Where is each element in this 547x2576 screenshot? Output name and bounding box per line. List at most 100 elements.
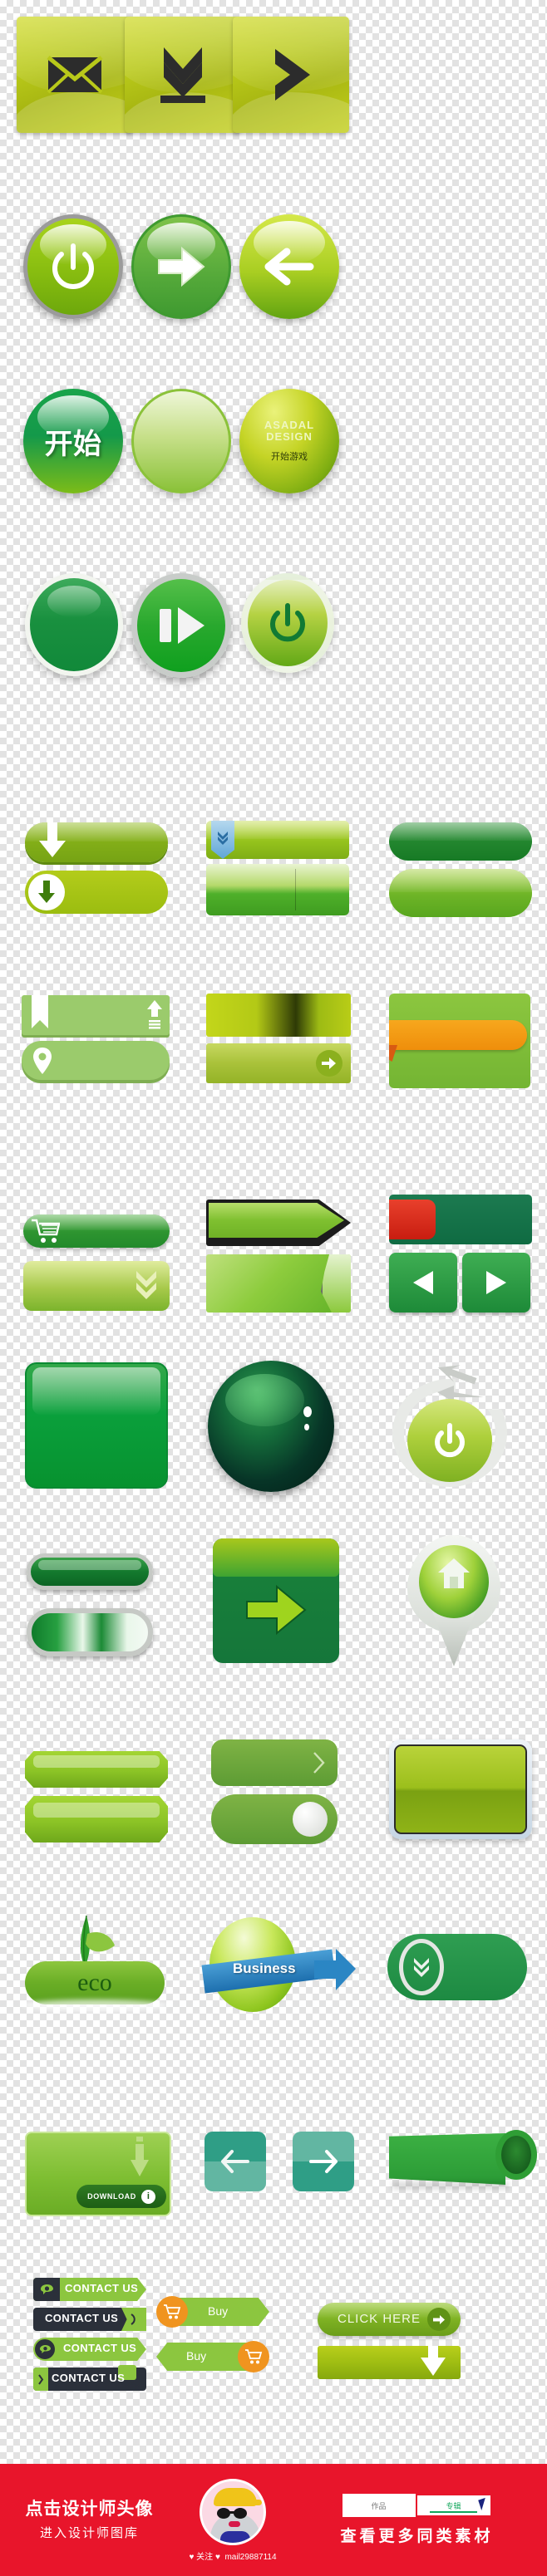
home-map-pin[interactable] xyxy=(389,1535,519,1668)
arrow-right-icon xyxy=(134,217,229,316)
mail-button[interactable] xyxy=(17,17,133,133)
refresh-power-button[interactable] xyxy=(387,1361,512,1490)
next-button[interactable] xyxy=(233,17,349,133)
red-tab-card[interactable] xyxy=(389,1195,532,1244)
ribbon-icon xyxy=(389,1020,527,1050)
triangle-left-icon xyxy=(389,1253,457,1313)
folded-card[interactable] xyxy=(206,1254,351,1313)
phone-icon xyxy=(35,2339,55,2359)
asadal-start-button[interactable]: ASADAL DESIGN 开始游戏 xyxy=(239,389,339,493)
ribbon-chevron-bar[interactable] xyxy=(206,821,349,859)
double-chevron-bar[interactable] xyxy=(23,1261,170,1311)
click-here-button[interactable]: CLICK HERE xyxy=(318,2303,461,2336)
home-icon xyxy=(389,1535,519,1668)
arrow-left-icon xyxy=(239,214,339,319)
promo-headline: 点击设计师头像 xyxy=(25,2499,154,2519)
follow-prefix: ♥ 关注 ♥ xyxy=(189,2552,220,2562)
click-here-label: CLICK HERE xyxy=(338,2312,421,2326)
promo-text-block: 点击设计师头像 进入设计师图库 xyxy=(0,2499,179,2541)
contact-label-3: CONTACT US xyxy=(63,2342,137,2354)
download-bar-button[interactable] xyxy=(318,2346,461,2379)
arrow-right-icon xyxy=(213,1557,339,1663)
rounded-square-button[interactable] xyxy=(25,1362,168,1489)
prev-teal-button[interactable] xyxy=(205,2132,266,2191)
shopping-cart-icon xyxy=(32,1219,60,1243)
divider xyxy=(294,869,296,910)
arrow-square-button[interactable] xyxy=(213,1538,339,1663)
buy-label-1: Buy xyxy=(208,2304,229,2318)
chevron-toggle-pill[interactable] xyxy=(387,1934,527,2000)
button-asset-sheet: 开始 ASADAL DESIGN 开始游戏 eco Business DOWNL… xyxy=(0,0,547,2576)
double-chevron-down-ribbon-icon xyxy=(211,821,234,859)
next-teal-button[interactable] xyxy=(293,2132,354,2191)
dark-green-pill[interactable] xyxy=(389,822,532,861)
download-circle-bar[interactable] xyxy=(25,871,168,914)
fold-corner xyxy=(321,1254,351,1313)
download-button[interactable] xyxy=(125,17,241,133)
download-label: DOWNLOAD xyxy=(87,2192,136,2201)
arrow-point-bar[interactable] xyxy=(206,1200,351,1246)
metal-pill-dark[interactable] xyxy=(27,1553,153,1590)
contact-us-button-4[interactable]: CONTACT US xyxy=(33,2365,146,2391)
orange-ribbon-card[interactable] xyxy=(389,994,530,1088)
blank-glossy-button[interactable] xyxy=(131,389,231,493)
envelope-icon xyxy=(17,17,133,133)
shopping-cart-icon xyxy=(156,2296,188,2328)
bevel-bar-top[interactable] xyxy=(25,1751,168,1788)
play-pause-button[interactable] xyxy=(131,573,231,678)
chevron-right-icon xyxy=(313,1751,326,1779)
buy-button-2[interactable]: Buy xyxy=(156,2341,269,2372)
forward-button[interactable] xyxy=(131,214,231,319)
framed-rect-button[interactable] xyxy=(389,1739,532,1839)
bookmark-upload-bar[interactable] xyxy=(22,995,170,1035)
power-icon xyxy=(27,218,119,315)
bevel-bar-bottom[interactable] xyxy=(25,1796,168,1842)
buy-button-1[interactable]: Buy xyxy=(156,2296,269,2328)
shopping-cart-icon xyxy=(238,2341,269,2372)
toggle-knob-icon xyxy=(293,1802,328,1837)
contact-us-button-3[interactable]: CONTACT US xyxy=(33,2338,146,2361)
promo-subline: 进入设计师图库 xyxy=(39,2526,139,2541)
download-arrow-bar[interactable] xyxy=(25,822,168,862)
arrow-right-circle-bar[interactable] xyxy=(206,1043,351,1083)
handle-text: mail29887114 xyxy=(224,2552,277,2562)
designer-profile[interactable]: ♥ 关注 ♥ mail29887114 xyxy=(179,2478,287,2562)
double-chevron-down-icon xyxy=(136,1271,156,1299)
next-square-button[interactable] xyxy=(462,1253,530,1313)
business-globe-button[interactable]: Business xyxy=(201,1917,357,2015)
prev-square-button[interactable] xyxy=(389,1253,457,1313)
cart-bar[interactable] xyxy=(23,1214,170,1248)
light-green-pill[interactable] xyxy=(389,869,532,917)
back-button[interactable] xyxy=(239,214,339,319)
avatar[interactable] xyxy=(200,2478,266,2545)
contact-label-1: CONTACT US xyxy=(65,2282,139,2294)
split-bar[interactable] xyxy=(206,864,349,915)
power-orb-button[interactable] xyxy=(241,573,334,673)
dark-orb-button[interactable] xyxy=(208,1361,334,1492)
gallery-tabs[interactable]: 作品 专辑 xyxy=(342,2494,492,2517)
power-button[interactable] xyxy=(23,214,123,319)
location-pin-bar[interactable] xyxy=(22,1041,170,1080)
arrow-left-icon xyxy=(205,2132,266,2191)
more-assets-block[interactable]: 作品 专辑 查看更多同类素材 xyxy=(287,2494,547,2546)
download-card[interactable]: DOWNLOAD i xyxy=(25,2132,171,2216)
eco-button[interactable]: eco xyxy=(22,1915,168,2013)
metal-pill-striped[interactable] xyxy=(27,1608,153,1656)
ribbon-fold xyxy=(389,1045,397,1062)
toggle-switch[interactable] xyxy=(211,1794,338,1844)
tab-works[interactable]: 作品 xyxy=(342,2494,416,2517)
left-chevron-bar[interactable] xyxy=(206,994,351,1037)
designer-handle: ♥ 关注 ♥ mail29887114 xyxy=(189,2549,276,2562)
contact-us-button-1[interactable]: CONTACT US xyxy=(33,2278,146,2301)
arrow-down-circle-icon xyxy=(28,874,65,910)
play-pause-icon xyxy=(137,579,225,672)
more-assets-cta[interactable]: 查看更多同类素材 xyxy=(340,2524,493,2546)
start-button-label: 开始 xyxy=(44,428,102,460)
ribbon-3d-banner[interactable] xyxy=(389,2130,537,2190)
chevron-bar[interactable] xyxy=(211,1739,338,1786)
orb-highlight xyxy=(47,585,101,618)
plain-orb-button[interactable] xyxy=(25,573,123,676)
start-button[interactable]: 开始 xyxy=(23,389,123,493)
map-pin-icon xyxy=(33,1048,52,1074)
contact-us-button-2[interactable]: CONTACT US xyxy=(33,2308,146,2331)
